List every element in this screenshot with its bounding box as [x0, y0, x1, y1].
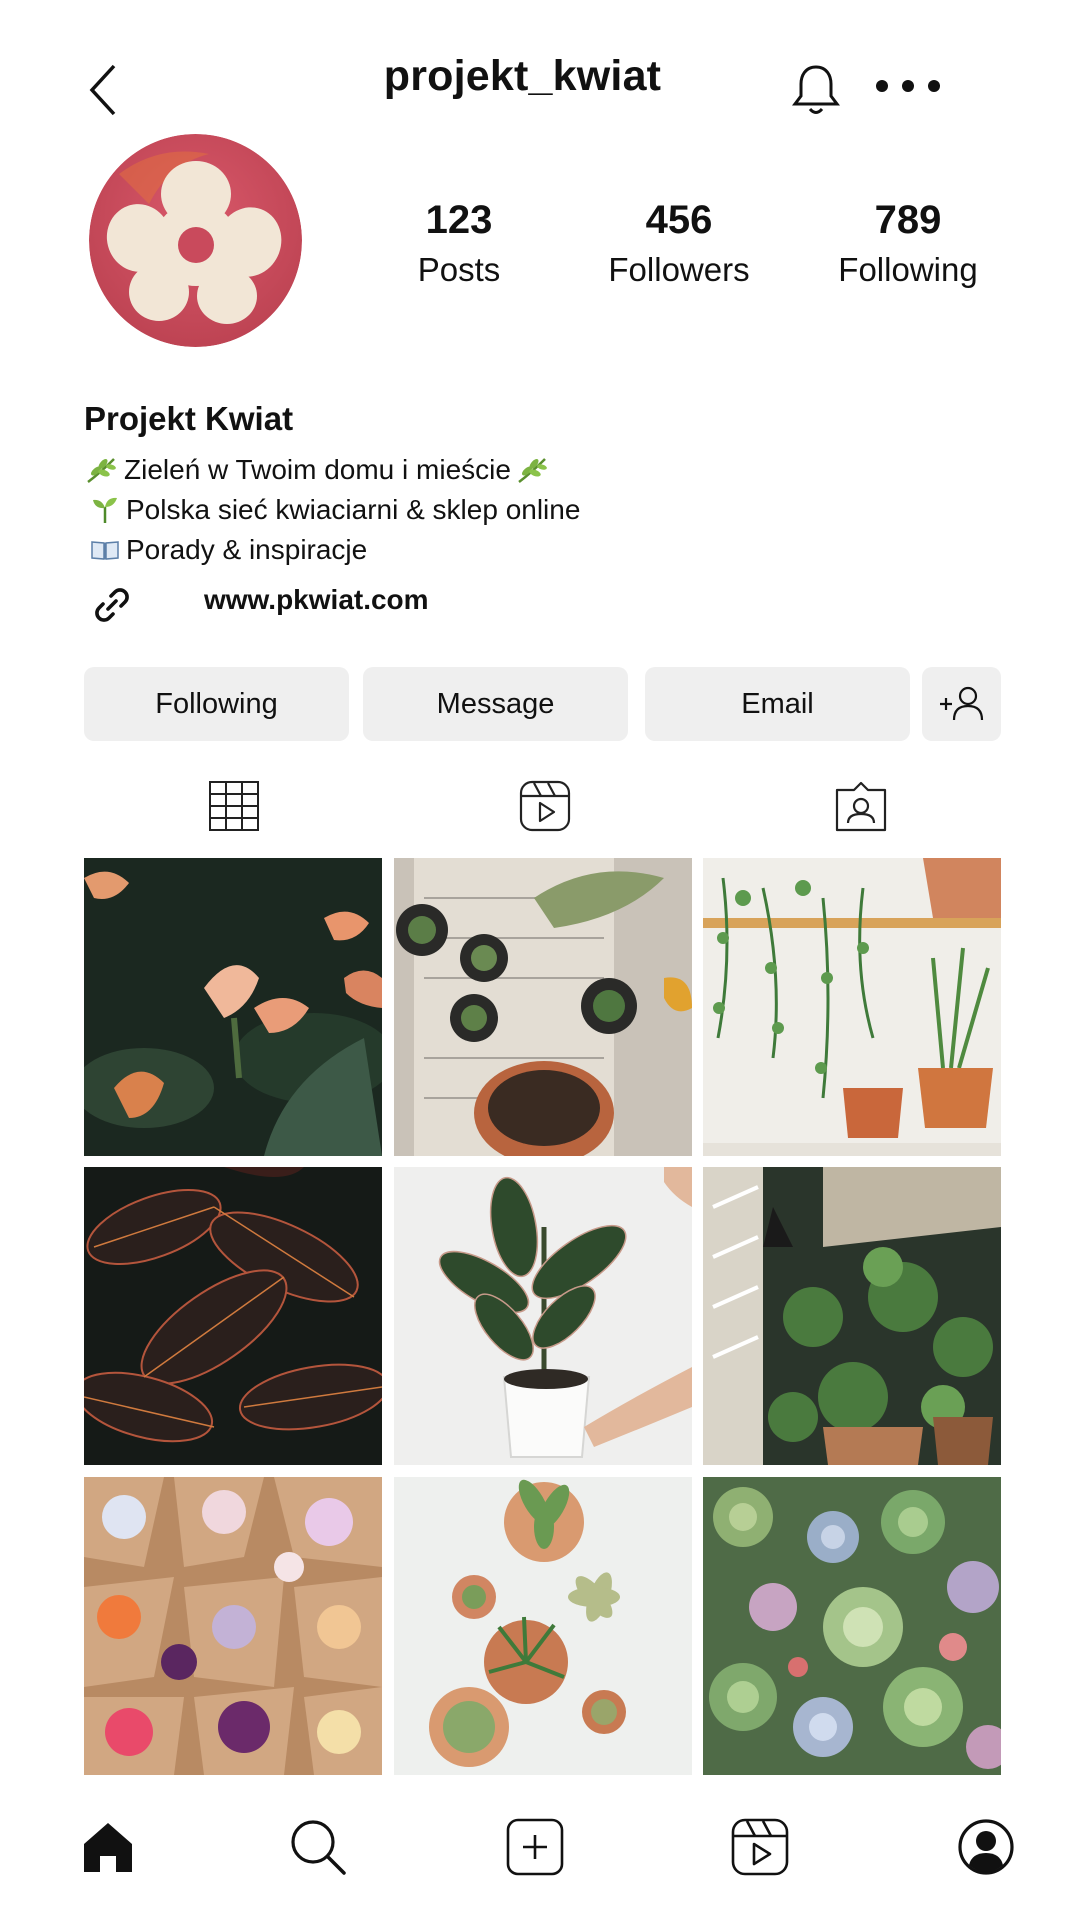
stat-value: 789: [874, 198, 942, 242]
link-icon: [90, 583, 134, 627]
rubber-plant-photo: [394, 1167, 692, 1465]
hanging-plants-shelf-photo: [703, 858, 1001, 1156]
post-thumbnail[interactable]: [394, 1167, 692, 1465]
bio-text: Porady & inspiracje: [126, 534, 368, 565]
stat-following[interactable]: 789 Following: [808, 196, 1008, 294]
bio-text: Zieleń w Twoim domu i mieście: [124, 454, 511, 485]
herb-emoji: [87, 458, 116, 483]
search-icon: [291, 1820, 346, 1875]
calla-lilies-photo: [84, 858, 382, 1156]
notifications-button[interactable]: [786, 58, 846, 122]
website-link[interactable]: www.pkwiat.com: [204, 584, 429, 616]
email-button[interactable]: Email: [645, 667, 910, 741]
succulent-garden-photo: [703, 1477, 1001, 1775]
profile-display-name: Projekt Kwiat: [84, 400, 294, 437]
post-thumbnail[interactable]: [394, 1477, 692, 1775]
plant-shop-interior-photo: [703, 1167, 1001, 1465]
tab-posts-grid[interactable]: [204, 776, 264, 836]
stat-posts[interactable]: 123 Posts: [359, 196, 559, 294]
seedling-emoji: [93, 497, 117, 523]
more-options-button[interactable]: [872, 66, 944, 106]
add-person-icon: [939, 686, 983, 721]
home-icon: [84, 1823, 132, 1872]
wrapped-bouquets-photo: [84, 1477, 382, 1775]
post-thumbnail[interactable]: [703, 858, 1001, 1156]
post-thumbnail[interactable]: [84, 1167, 382, 1465]
message-button[interactable]: Message: [363, 667, 628, 741]
post-thumbnail[interactable]: [703, 1477, 1001, 1775]
bio-line: Polska sieć kwiaciarni & sklep online: [90, 490, 580, 530]
grid-icon: [209, 781, 259, 831]
reels-icon: [731, 1818, 789, 1876]
stat-label: Following: [838, 251, 978, 288]
croton-leaves-photo: [84, 1167, 382, 1465]
create-post-icon: [506, 1818, 564, 1876]
stat-followers[interactable]: 456 Followers: [579, 196, 779, 294]
bell-icon: [792, 65, 840, 114]
bio-line: Porady & inspiracje: [90, 530, 367, 570]
nav-search[interactable]: [286, 1815, 350, 1879]
stat-label: Followers: [608, 251, 750, 288]
open-book-emoji: [91, 541, 119, 560]
tab-reels[interactable]: [515, 776, 575, 836]
following-button[interactable]: Following: [84, 667, 349, 741]
profile-avatar[interactable]: [89, 134, 302, 347]
stat-label: Posts: [417, 251, 501, 288]
profile-icon: [958, 1819, 1014, 1875]
nav-home[interactable]: [76, 1815, 140, 1879]
tagged-icon: [835, 781, 887, 832]
post-thumbnail[interactable]: [84, 1477, 382, 1775]
stat-value: 456: [645, 198, 713, 242]
reels-icon: [519, 780, 571, 832]
succulents-on-newspaper-photo: [394, 858, 692, 1156]
post-thumbnail[interactable]: [703, 1167, 1001, 1465]
bio-text: Polska sieć kwiaciarni & sklep online: [126, 494, 581, 525]
nav-profile[interactable]: [954, 1815, 1018, 1879]
flower-logo: [89, 134, 302, 347]
nav-create[interactable]: [503, 1815, 567, 1879]
post-thumbnail[interactable]: [394, 858, 692, 1156]
herb-emoji: [518, 458, 547, 483]
tab-tagged[interactable]: [831, 776, 891, 836]
potted-succulents-photo: [394, 1477, 692, 1775]
suggested-people-button[interactable]: [922, 667, 1001, 741]
bio-line: Zieleń w Twoim domu i mieście: [84, 450, 555, 490]
nav-reels[interactable]: [728, 1815, 792, 1879]
more-horizontal-icon: [876, 80, 940, 92]
stat-value: 123: [425, 198, 493, 242]
post-thumbnail[interactable]: [84, 858, 382, 1156]
